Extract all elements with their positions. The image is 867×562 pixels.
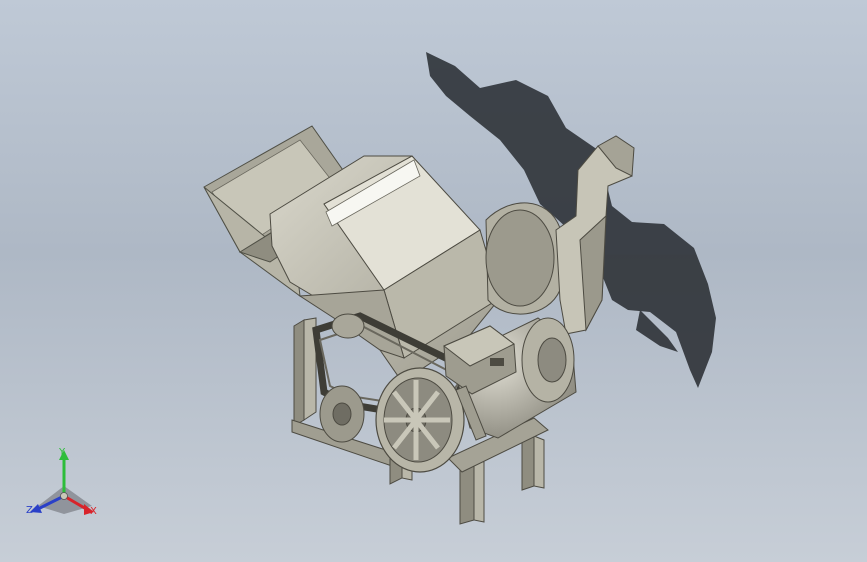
view-orientation-triad[interactable]: Y Z X	[22, 448, 112, 526]
triad-x-label: X	[90, 506, 97, 517]
graphics-viewport[interactable]: Y Z X	[0, 0, 867, 562]
crusher-model-view[interactable]	[0, 0, 867, 562]
triad-y-label: Y	[59, 447, 66, 458]
triad-graphic	[30, 450, 94, 515]
triad-z-label: Z	[26, 505, 33, 516]
flywheel-pulley	[375, 367, 465, 473]
